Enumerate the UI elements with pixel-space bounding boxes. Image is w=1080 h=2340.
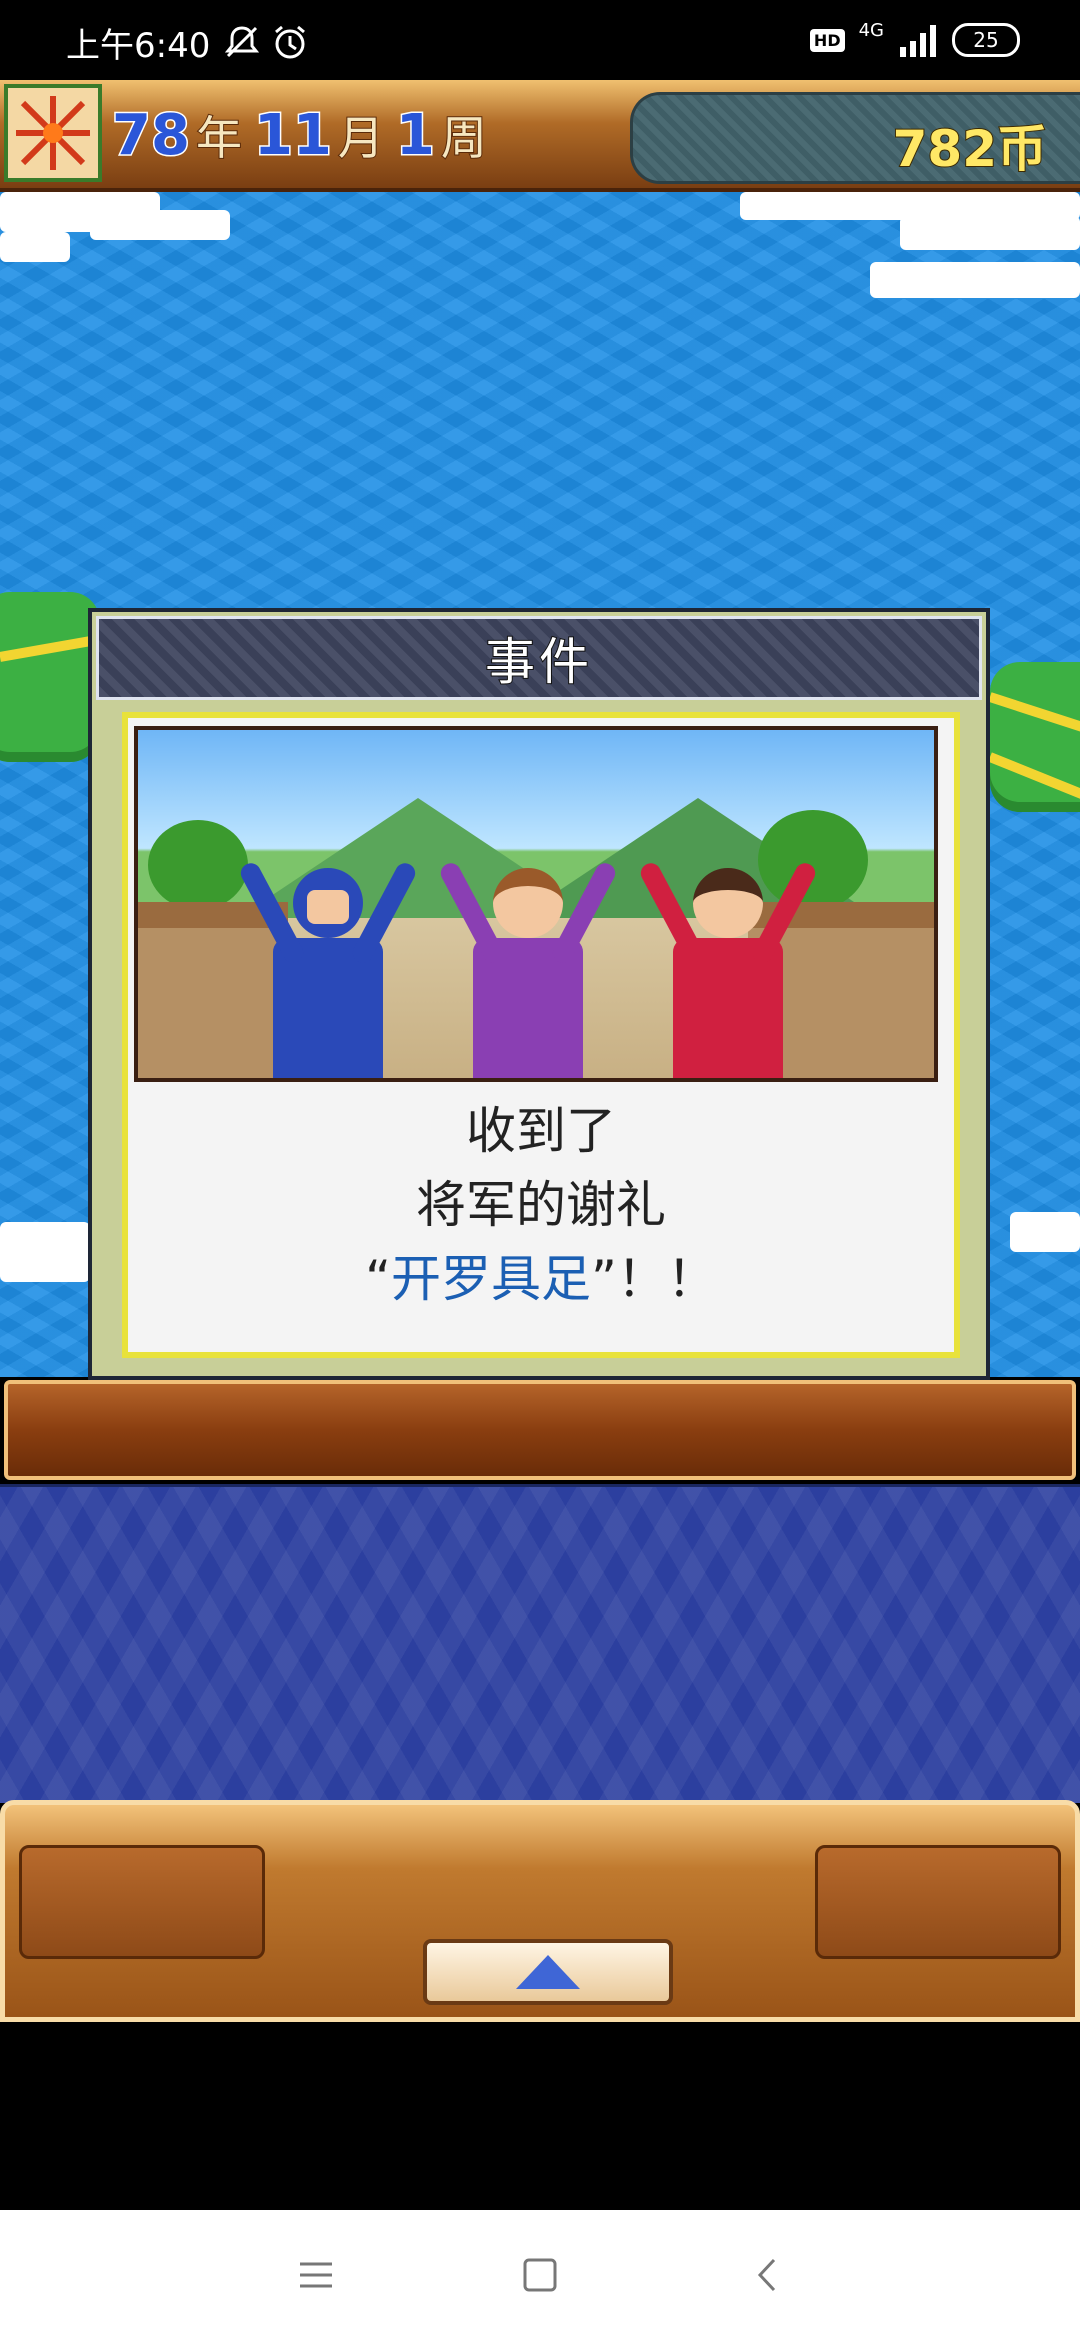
ninja-blue (237, 859, 419, 1078)
dialog-title-bar: 事件 (96, 616, 982, 700)
week-number: 1 (394, 102, 436, 170)
quote-close: ”！！ (591, 1250, 717, 1308)
quote-open: “ (365, 1250, 391, 1308)
event-dialog[interactable]: 事件 收到了 将军的谢礼 “开罗具足”！！ (88, 608, 990, 1380)
month-unit: 月 (337, 110, 385, 166)
cloud (870, 262, 1080, 298)
month-number: 11 (252, 102, 333, 170)
cloud (900, 216, 1080, 250)
status-right-group: HD 4G 25 (809, 19, 1020, 60)
network-label: 4G (858, 19, 884, 41)
cloud (90, 210, 230, 240)
hd-badge: HD (809, 28, 845, 52)
open-menu-button[interactable] (423, 1939, 673, 2005)
message-line-3: “开罗具足”！！ (128, 1242, 954, 1316)
coin-amount: 782币 (892, 119, 1048, 179)
reward-item-name: 开罗具足 (391, 1250, 591, 1308)
coin-panel[interactable]: 782币 (630, 92, 1080, 184)
right-menu-slot[interactable] (815, 1845, 1061, 1959)
signal-icon (900, 25, 936, 57)
status-bar: 上午6:40 HD 4G 25 (0, 0, 1080, 80)
island (0, 592, 100, 762)
ninja-purple (437, 859, 619, 1078)
cloud (0, 232, 70, 262)
system-nav-bar (0, 2210, 1080, 2340)
info-bar (4, 1380, 1076, 1480)
cloud (0, 1222, 90, 1282)
year-unit: 年 (195, 110, 243, 166)
dialog-title: 事件 (484, 632, 593, 692)
bottom-menu (0, 1800, 1080, 2022)
ninja-red (637, 859, 819, 1078)
pattern-panel (0, 1484, 1080, 1803)
message-line-1: 收到了 (466, 1102, 616, 1160)
battery-level: 25 (973, 28, 999, 52)
status-time: 上午6:40 (66, 26, 211, 66)
message-line-2: 将军的谢礼 (416, 1176, 666, 1234)
game-header: 78 年 11 月 1 周 782币 (0, 80, 1080, 192)
firework-icon[interactable] (4, 84, 102, 182)
left-menu-slot[interactable] (19, 1845, 265, 1959)
house (138, 902, 288, 1078)
back-icon[interactable] (738, 2250, 798, 2300)
battery-icon: 25 (952, 23, 1020, 57)
mute-icon (224, 26, 260, 58)
alarm-icon (275, 25, 305, 59)
tree (148, 820, 248, 910)
week-unit: 周 (440, 110, 488, 166)
event-illustration (134, 726, 938, 1082)
date-display: 78 年 11 月 1 周 (111, 102, 499, 170)
up-arrow-icon (516, 1955, 580, 1989)
home-icon[interactable] (510, 2250, 570, 2300)
menu-icon[interactable] (286, 2250, 346, 2300)
dialog-content: 收到了 将军的谢礼 “开罗具足”！！ (122, 712, 960, 1358)
cloud (1010, 1212, 1080, 1252)
event-message: 收到了 将军的谢礼 “开罗具足”！！ (128, 1094, 954, 1316)
year-number: 78 (111, 102, 192, 170)
